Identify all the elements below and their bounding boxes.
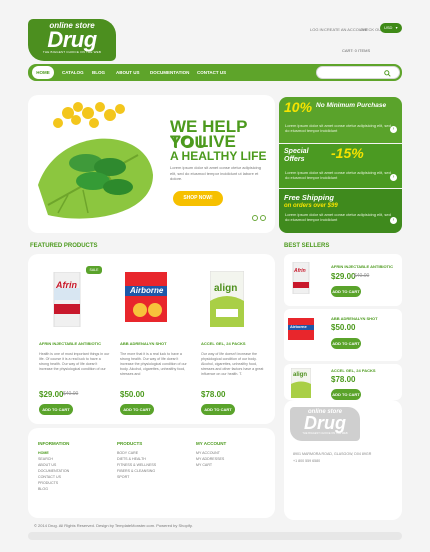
hero-line-2: TO LIVE bbox=[170, 132, 236, 151]
chevron-down-icon: ▾ bbox=[395, 25, 398, 30]
footer-products-title: PRODUCTS bbox=[117, 441, 143, 446]
product-title[interactable]: AFRIN INJECTABLE ANTIBIOTIC bbox=[39, 341, 101, 346]
shop-now-button[interactable]: SHOP NOW! bbox=[173, 191, 223, 206]
product-price: $78.00 bbox=[201, 390, 226, 399]
product-description: Health is one of most important things i… bbox=[39, 352, 110, 371]
add-to-cart-button[interactable]: ADD TO CART bbox=[120, 404, 154, 415]
bestseller-old-price: $40.00 bbox=[354, 273, 370, 279]
product-description: The more that it is a real luck to have … bbox=[120, 352, 187, 376]
promo-3-subtitle: on orders over $99 bbox=[284, 203, 338, 209]
bestseller-price: $50.00 bbox=[331, 323, 356, 332]
product-price: $29.00 bbox=[39, 390, 64, 399]
product-title[interactable]: ABB ADRENALYN SHOT bbox=[120, 341, 167, 346]
product-price: $50.00 bbox=[120, 390, 145, 399]
footer-phone: +1 800 559 6580 bbox=[293, 459, 321, 463]
promo-1-text: Lorem ipsum dolor sit amet conse ctetur … bbox=[285, 123, 391, 133]
footer-logo[interactable]: online store Drug THE BIGGEST CHOICE ON … bbox=[290, 407, 360, 441]
footer-account-list: MY ACCOUNT MY ADDRESSES MY CART bbox=[196, 450, 224, 468]
nav-about-us[interactable]: ABOUT US bbox=[116, 64, 140, 81]
cart-link[interactable]: CART: 0 ITEMS bbox=[342, 48, 370, 53]
copyright: © 2014 Drug. All Rights Reserved. Design… bbox=[34, 523, 193, 528]
product-image-airborne[interactable] bbox=[125, 272, 167, 322]
currency-value: USD bbox=[384, 25, 393, 30]
footer-link[interactable]: BLOG bbox=[38, 486, 69, 492]
currency-select[interactable]: USD ▾ bbox=[380, 23, 402, 33]
promo-2-subtitle: -15% bbox=[331, 145, 364, 161]
product-brand: Afrin bbox=[56, 280, 77, 290]
nav-home[interactable]: HOME bbox=[32, 66, 54, 79]
promo-2-text: Lorem ipsum dolor sit amet conse ctetur … bbox=[285, 170, 391, 180]
footer-link[interactable]: SPORT bbox=[117, 474, 156, 480]
nav-documentation[interactable]: DOCUMENTATION bbox=[150, 64, 189, 81]
bestseller-title[interactable]: AFRIN INJECTABLE ANTIBIOTIC bbox=[331, 264, 393, 269]
logo-tagline: THE BIGGEST CHOICE ON THE WEB bbox=[42, 50, 102, 54]
product-title[interactable]: ACCEL GEL, 24 PACKS bbox=[201, 341, 246, 346]
product-brand: align bbox=[214, 283, 238, 294]
promo-1-subtitle: No Minimum Purchase bbox=[316, 102, 387, 109]
bestseller-brand: Airborne bbox=[290, 324, 307, 329]
promo-no-minimum[interactable]: 10% No Minimum Purchase Lorem ipsum dolo… bbox=[279, 97, 402, 143]
product-brand: Airborne bbox=[130, 286, 164, 295]
promo-free-shipping[interactable]: Free Shipping on orders over $99 Lorem i… bbox=[279, 189, 402, 233]
bestseller-image-afrin[interactable] bbox=[292, 262, 310, 294]
nav-blog[interactable]: BLOG bbox=[92, 64, 105, 81]
login-link[interactable]: LOG IN bbox=[310, 27, 324, 32]
promo-special-offers[interactable]: Special Offers -15% Lorem ipsum dolor si… bbox=[279, 144, 402, 188]
footer-address: 8901 MARMORA ROAD, GLASGOW, D04 89GR bbox=[293, 452, 372, 456]
bestseller-brand: Afrin bbox=[294, 268, 306, 274]
add-to-cart-button[interactable]: ADD TO CART bbox=[331, 389, 361, 400]
arrow-right-icon: › bbox=[390, 174, 397, 181]
add-to-cart-button[interactable]: ADD TO CART bbox=[331, 338, 361, 349]
slider-dot-1[interactable] bbox=[252, 215, 258, 221]
bestseller-title[interactable]: ABB ADRENALYN SHOT bbox=[331, 316, 378, 321]
product-description: Our way of life doesn't increase the phy… bbox=[201, 352, 264, 376]
add-to-cart-button[interactable]: ADD TO CART bbox=[331, 286, 361, 297]
promo-3-text: Lorem ipsum dolor sit amet conse ctetur … bbox=[285, 212, 391, 222]
bestsellers-title: BEST SELLERS bbox=[284, 243, 330, 249]
hero-line-3: A HEALTHY LIFE bbox=[170, 149, 267, 163]
arrow-right-icon: › bbox=[390, 217, 397, 224]
bestseller-brand: align bbox=[293, 372, 308, 378]
nav-catalog[interactable]: CATALOG bbox=[62, 64, 84, 81]
search-icon[interactable] bbox=[384, 70, 391, 77]
hero-text: Lorem ipsum dolor sit amet conse ctetur … bbox=[170, 165, 261, 181]
footer-logo-big: Drug bbox=[304, 413, 346, 433]
slider-dot-2[interactable] bbox=[260, 215, 266, 221]
footer-information-list: HOME SEARCH ABOUT US DOCUMENTATION CONTA… bbox=[38, 450, 69, 492]
footer-link[interactable]: MY CART bbox=[196, 462, 224, 468]
bestseller-image-airborne[interactable] bbox=[288, 318, 314, 340]
product-old-price: $40.00 bbox=[63, 391, 79, 397]
product-image-align[interactable] bbox=[210, 271, 244, 327]
sale-badge: SALE bbox=[86, 266, 102, 274]
bestseller-price: $29.00 bbox=[331, 272, 356, 281]
bestseller-title[interactable]: ACCEL GEL, 24 PACKS bbox=[331, 368, 376, 373]
footer-account-title: MY ACCOUNT bbox=[196, 441, 227, 446]
site-logo[interactable]: online store Drug THE BIGGEST CHOICE ON … bbox=[28, 19, 116, 61]
footer-logo-tag: THE BIGGEST CHOICE ON THE WEB bbox=[302, 432, 348, 435]
arrow-right-icon: › bbox=[390, 126, 397, 133]
logo-big-text: Drug bbox=[47, 27, 97, 52]
bottom-bar bbox=[28, 532, 402, 540]
footer-information-title: INFORMATION bbox=[38, 441, 70, 446]
footer-products-list: BODY CARE DIETS & HEALTH FITNESS & WELLN… bbox=[117, 450, 156, 480]
add-to-cart-button[interactable]: ADD TO CART bbox=[39, 404, 73, 415]
promo-1-title: 10% bbox=[284, 99, 313, 115]
promo-2-title: Special Offers bbox=[284, 148, 309, 163]
nav-contact-us[interactable]: CONTACT US bbox=[197, 64, 226, 81]
featured-title: FEATURED PRODUCTS bbox=[30, 243, 98, 249]
add-to-cart-button[interactable]: ADD TO CART bbox=[201, 404, 235, 415]
bestseller-price: $78.00 bbox=[331, 375, 356, 384]
hero-image bbox=[38, 102, 153, 219]
hero-slider: WE HELP YOU TO LIVE A HEALTHY LIFE Lorem… bbox=[28, 95, 275, 233]
